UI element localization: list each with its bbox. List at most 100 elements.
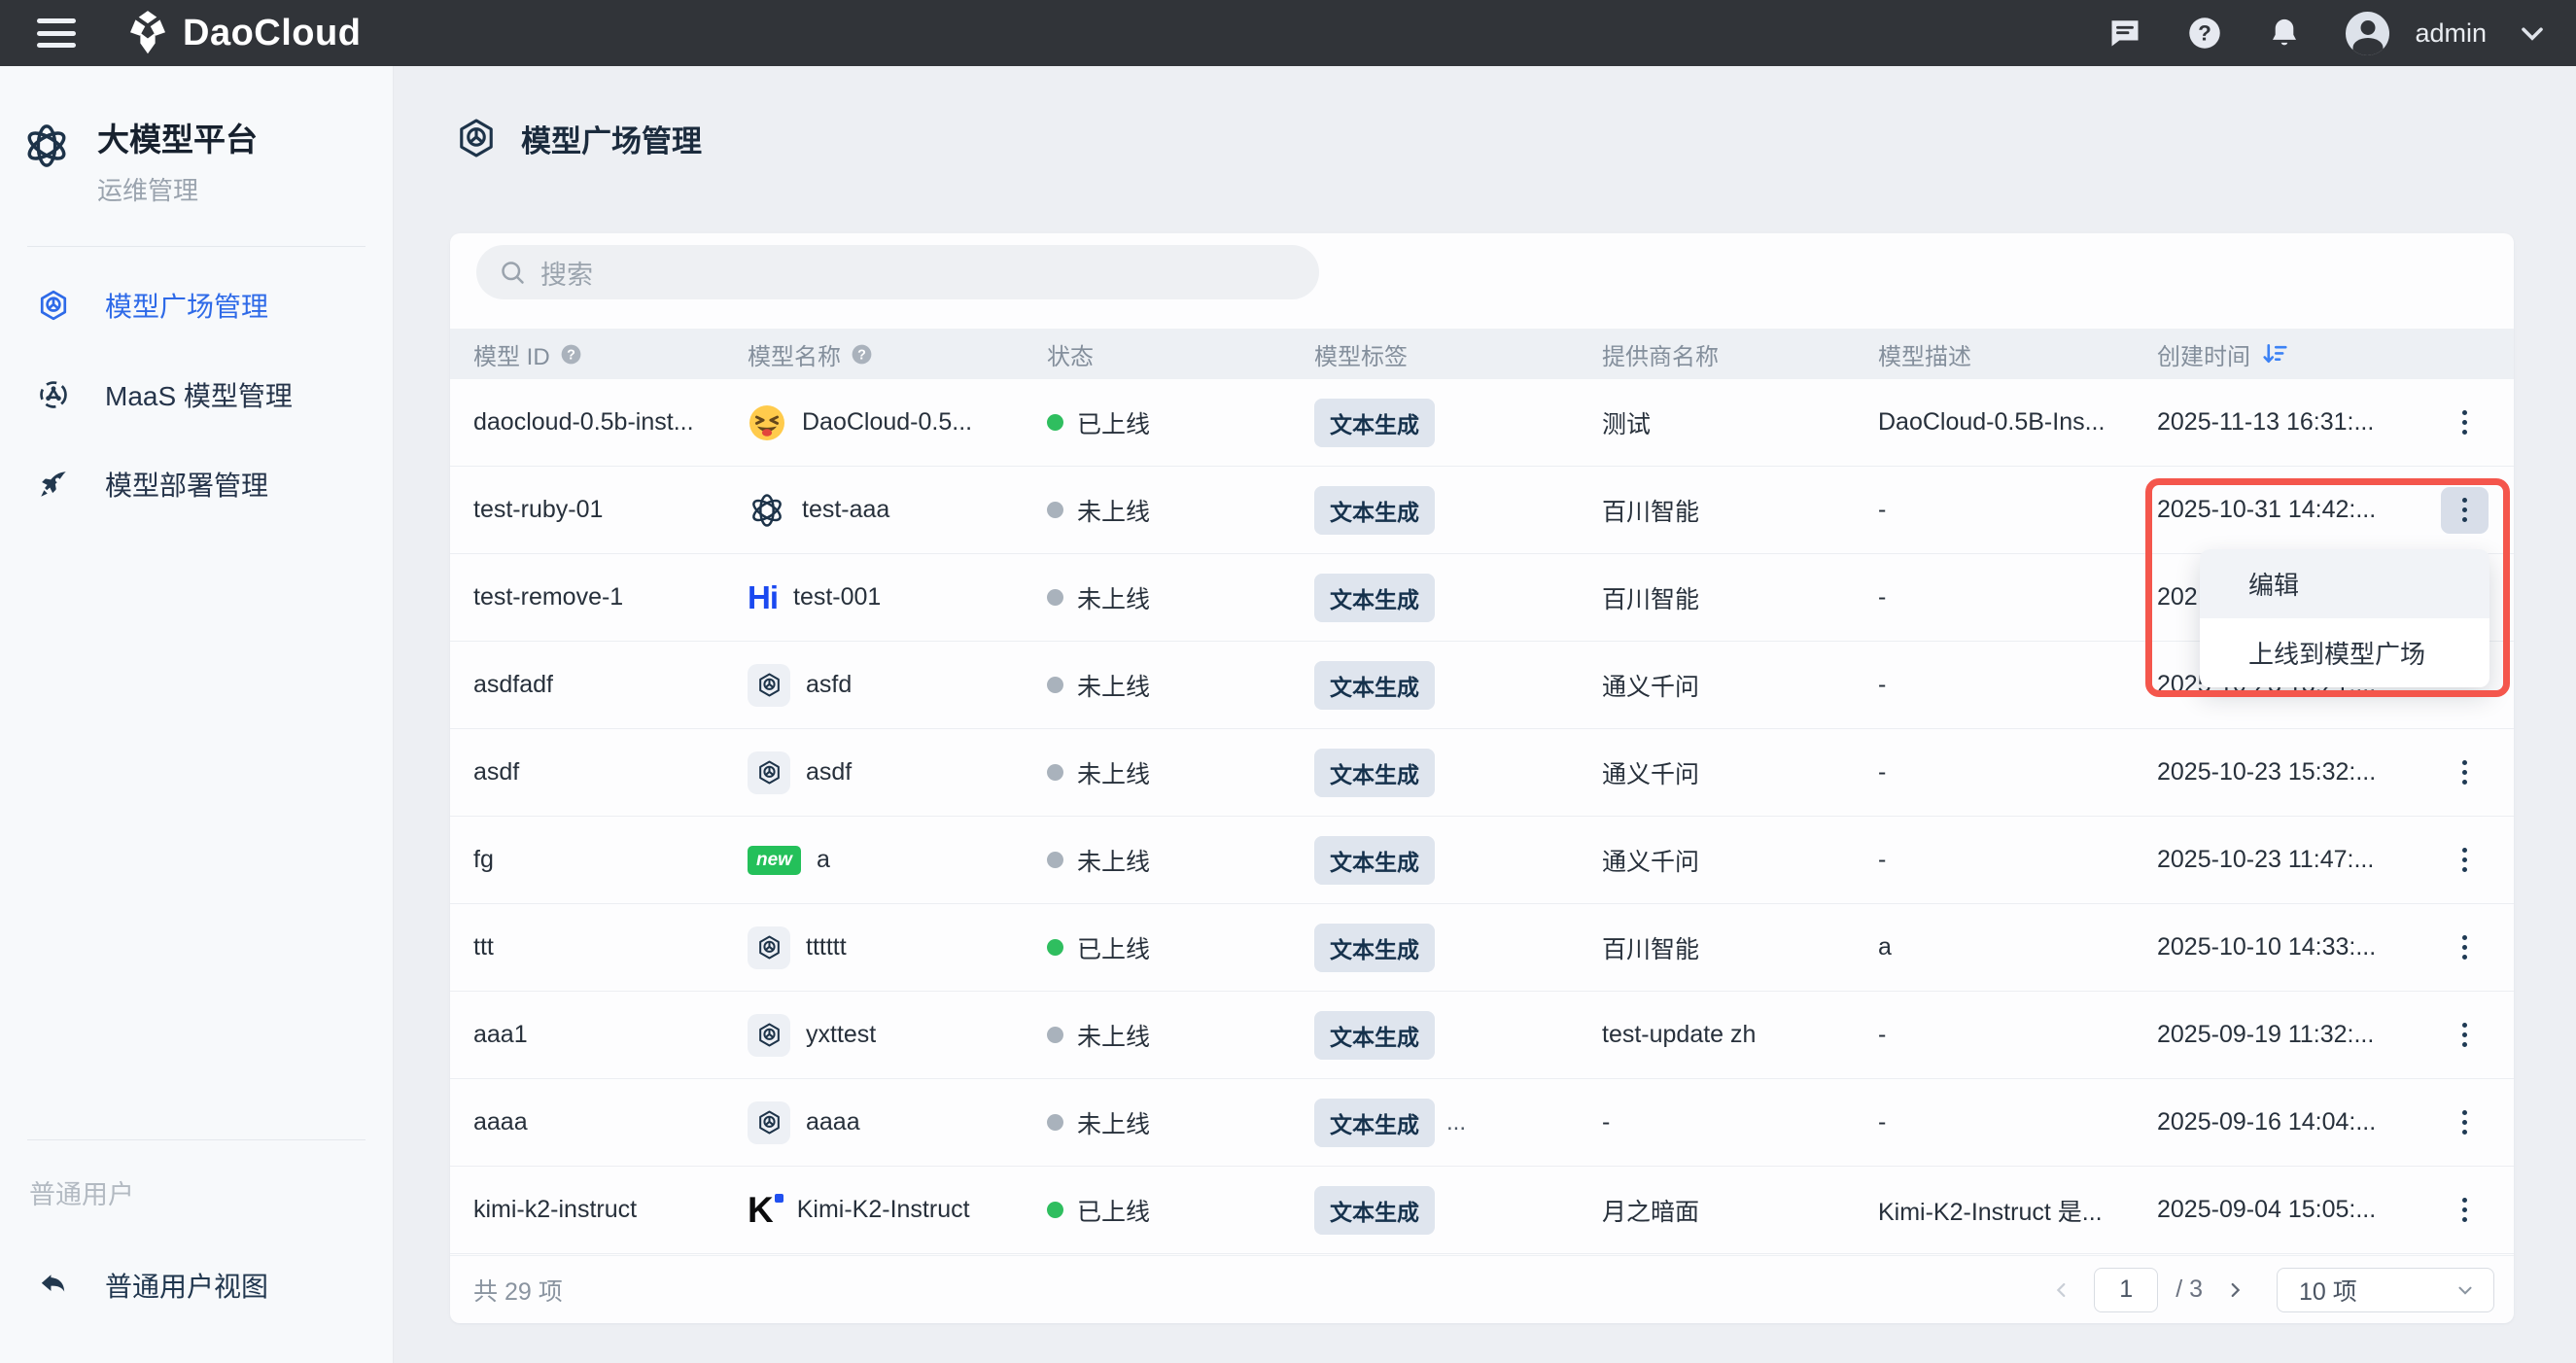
provider-cell: - (1602, 1108, 1878, 1136)
model-name-cell: test-aaa (748, 491, 1047, 530)
username-label[interactable]: admin (2415, 18, 2487, 49)
created-time-cell: 2025-10-10 14:33:... (2157, 933, 2433, 961)
model-id-cell: daocloud-0.5b-inst... (473, 408, 748, 437)
sidebar-divider (27, 246, 366, 247)
page-size-select[interactable]: 10 项 (2277, 1268, 2494, 1312)
status-cell: 未上线 (1047, 843, 1314, 878)
model-name-text: DaoCloud-0.5... (802, 408, 972, 437)
status-dot (1047, 414, 1063, 431)
row-actions-kebab-button[interactable] (2441, 1012, 2489, 1059)
app-window: DaoCloud ? admin (0, 0, 2576, 1363)
row-actions-kebab-button[interactable] (2441, 750, 2489, 796)
model-id-cell: kimi-k2-instruct (473, 1196, 748, 1224)
actions-cell (2433, 1012, 2520, 1059)
status-dot (1047, 677, 1063, 693)
search-input[interactable]: 搜索 (476, 245, 1319, 299)
chevron-down-icon (2454, 1279, 2476, 1301)
created-time-cell: 2025-09-19 11:32:... (2157, 1021, 2433, 1049)
model-id-cell: test-ruby-01 (473, 496, 748, 524)
status-label: 未上线 (1077, 668, 1150, 703)
table-row: ttttttttt已上线文本生成百川智能a2025-10-10 14:33:..… (450, 904, 2514, 992)
sidebar-item-normal-user-view[interactable]: 普通用户视图 (0, 1266, 393, 1305)
sidebar-item-maas-models[interactable]: MaaS 模型管理 (0, 350, 393, 439)
model-plaza-icon (37, 289, 70, 322)
model-name-text: aaaa (806, 1108, 860, 1136)
model-name-cell: yxttest (748, 1014, 1047, 1057)
model-name-text: tttttt (806, 933, 847, 961)
help-icon[interactable]: ? (2186, 15, 2223, 52)
atom-knot-icon (748, 491, 786, 530)
page-number-input[interactable]: 1 (2094, 1268, 2158, 1312)
model-id-cell: aaa1 (473, 1021, 748, 1049)
status-dot (1047, 1114, 1063, 1131)
sidebar-nav: 模型广场管理 MaaS 模型管理 (0, 261, 393, 529)
provider-cell: test-update zh (1602, 1021, 1878, 1049)
table-row: daocloud-0.5b-inst...DaoCloud-0.5...已上线文… (450, 379, 2514, 467)
prev-page-chevron-icon[interactable] (2047, 1276, 2076, 1305)
tags-overflow-ellipsis: ... (1446, 1109, 1466, 1136)
actions-cell (2433, 400, 2520, 446)
page-size-value: 10 项 (2299, 1273, 2357, 1308)
provider-cell: 百川智能 (1602, 930, 1878, 965)
description-cell: DaoCloud-0.5B-Ins... (1878, 408, 2157, 437)
tag-badge: 文本生成 (1314, 1099, 1435, 1147)
top-bar: DaoCloud ? admin (0, 0, 2576, 66)
daocloud-logo-icon (126, 10, 169, 56)
provider-cell: 百川智能 (1602, 493, 1878, 528)
column-header[interactable]: 创建时间 (2157, 337, 2433, 371)
feedback-icon[interactable] (2106, 15, 2143, 52)
sidebar-item-model-plaza[interactable]: 模型广场管理 (0, 261, 393, 350)
description-cell: Kimi-K2-Instruct 是... (1878, 1193, 2157, 1228)
actions-cell (2433, 1100, 2520, 1146)
search-icon (498, 258, 527, 287)
status-cell: 未上线 (1047, 1018, 1314, 1053)
created-time-cell: 2025-10-23 15:32:... (2157, 758, 2433, 786)
notifications-bell-icon[interactable] (2266, 15, 2303, 52)
column-header: 模型 ID? (473, 337, 748, 371)
status-cell: 未上线 (1047, 580, 1314, 615)
pagination: 1 / 3 10 项 (2047, 1268, 2494, 1312)
provider-cell: 通义千问 (1602, 755, 1878, 790)
provider-cell: 月之暗面 (1602, 1193, 1878, 1228)
sort-descending-icon[interactable] (2260, 339, 2289, 368)
user-avatar[interactable] (2346, 12, 2389, 55)
model-tags-cell: 文本生成 (1314, 1186, 1602, 1235)
row-actions-kebab-button[interactable] (2441, 925, 2489, 971)
row-actions-kebab-button[interactable] (2441, 1187, 2489, 1234)
model-name-text: test-001 (793, 583, 881, 612)
row-actions-kebab-button[interactable] (2441, 487, 2489, 534)
model-name-cell: tttttt (748, 926, 1047, 969)
status-label: 未上线 (1077, 493, 1150, 528)
sidebar-item-model-deployment[interactable]: 模型部署管理 (0, 439, 393, 529)
model-name-cell: KKimi-K2-Instruct (748, 1190, 1047, 1231)
hamburger-menu-icon[interactable] (37, 18, 76, 48)
page-header: 模型广场管理 (455, 115, 702, 161)
tag-badge: 文本生成 (1314, 486, 1435, 535)
column-header: 状态 (1047, 337, 1314, 371)
model-tags-cell: 文本生成 (1314, 399, 1602, 447)
context-menu-item-publish[interactable]: 上线到模型广场 (2200, 618, 2489, 687)
description-cell: a (1878, 933, 2157, 961)
model-name-cell: asfd (748, 664, 1047, 707)
row-actions-kebab-button[interactable] (2441, 1100, 2489, 1146)
row-actions-kebab-button[interactable] (2441, 400, 2489, 446)
product-title: 大模型平台 (97, 121, 258, 159)
page-title: 模型广场管理 (521, 117, 702, 160)
row-actions-kebab-button[interactable] (2441, 837, 2489, 884)
actions-cell (2433, 487, 2520, 534)
next-page-chevron-icon[interactable] (2220, 1276, 2249, 1305)
model-hexagon-icon (748, 1101, 790, 1144)
model-id-cell: ttt (473, 933, 748, 961)
description-cell: - (1878, 1021, 2157, 1049)
brand-logo[interactable]: DaoCloud (126, 10, 361, 56)
model-name-text: asfd (806, 671, 852, 699)
status-cell: 已上线 (1047, 930, 1314, 965)
status-cell: 未上线 (1047, 493, 1314, 528)
model-tags-cell: 文本生成 (1314, 749, 1602, 797)
context-menu-item-edit[interactable]: 编辑 (2200, 549, 2489, 618)
user-menu-chevron-down-icon[interactable] (2514, 15, 2551, 52)
tag-badge: 文本生成 (1314, 924, 1435, 972)
model-name-text: Kimi-K2-Instruct (797, 1196, 970, 1224)
sidebar-item-label: 模型广场管理 (105, 286, 268, 325)
tag-badge: 文本生成 (1314, 1186, 1435, 1235)
